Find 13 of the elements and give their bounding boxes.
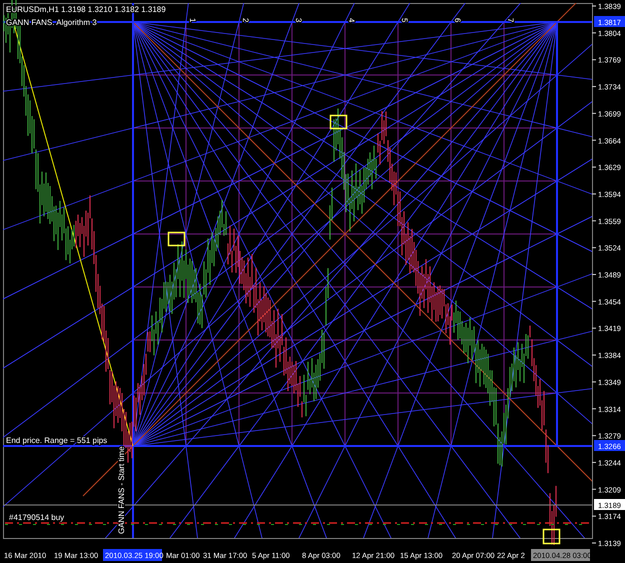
column-number: 3 <box>294 18 303 22</box>
highlight-square <box>330 114 348 130</box>
column-number: 4 <box>347 18 356 22</box>
highlight-square <box>542 528 560 544</box>
column-number: 1 <box>188 18 197 22</box>
highlight-square <box>168 232 186 246</box>
column-number: 2 <box>241 18 250 22</box>
column-number: 5 <box>400 18 409 22</box>
start-time-label: GANN FANS - Start time <box>117 446 126 534</box>
column-number: 7 <box>506 18 515 22</box>
end-price-label: End price. Range = 551 pips <box>6 436 108 445</box>
column-number: 6 <box>453 18 462 22</box>
order-label: #41790514 buy <box>9 513 64 522</box>
